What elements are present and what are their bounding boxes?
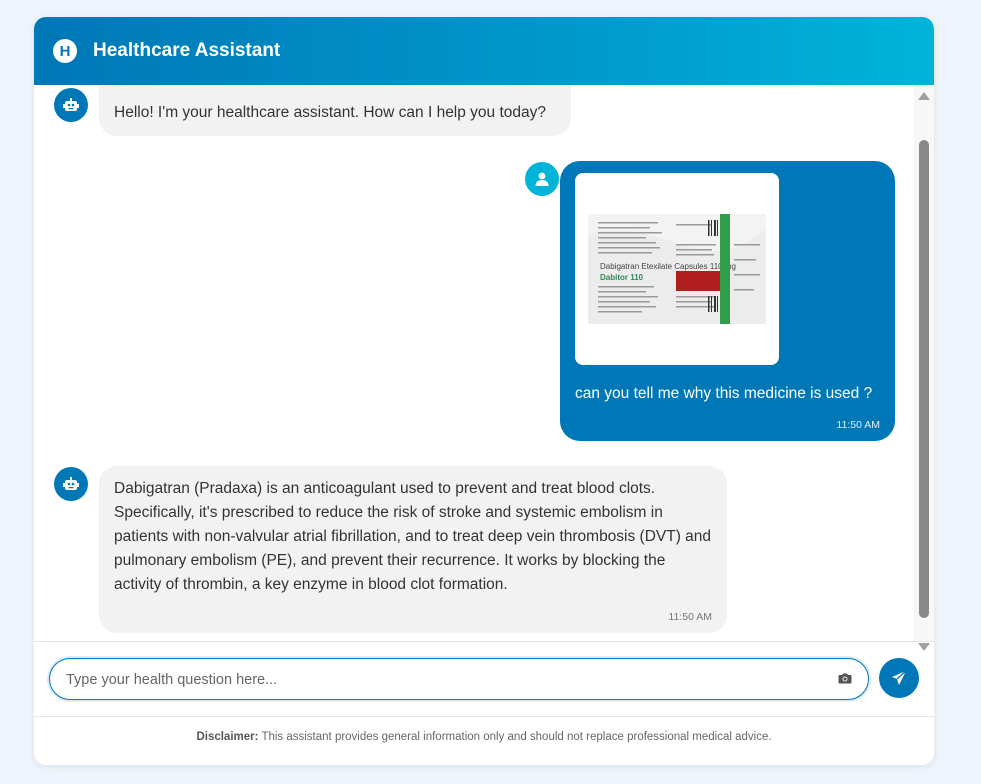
message-text: Hello! I'm your healthcare assistant. Ho… xyxy=(114,104,547,121)
input-area xyxy=(34,641,934,717)
medicine-photo-brand: Dabitor 110 xyxy=(600,273,644,282)
message-input[interactable] xyxy=(64,659,828,701)
chat-header: H Healthcare Assistant xyxy=(34,17,934,85)
message-list: Hello! I'm your healthcare assistant. Ho… xyxy=(34,85,934,641)
app-logo: H xyxy=(53,39,77,63)
message-text: Dabigatran (Pradaxa) is an anticoagulant… xyxy=(114,480,712,593)
medicine-photo: Dabigatran Etexilate Capsules 110 mg Dab… xyxy=(588,214,766,324)
chat-app: H Healthcare Assistant Hello! I'm your h… xyxy=(34,17,934,765)
header-title: Healthcare Assistant xyxy=(93,40,281,61)
disclaimer-label: Disclaimer: xyxy=(196,731,259,743)
bot-avatar-icon xyxy=(54,467,88,501)
medicine-photo-title: Dabigatran Etexilate Capsules 110 mg xyxy=(600,262,736,271)
user-avatar-icon xyxy=(525,162,559,196)
message-timestamp: 11:50 AM xyxy=(836,419,880,431)
attached-image[interactable]: Dabigatran Etexilate Capsules 110 mg Dab… xyxy=(575,173,779,365)
send-icon xyxy=(892,670,907,685)
scroll-thumb[interactable] xyxy=(919,140,929,618)
message-timestamp: 11:50 AM xyxy=(668,611,712,623)
bot-avatar-icon xyxy=(54,88,88,122)
user-message: Dabigatran Etexilate Capsules 110 mg Dab… xyxy=(560,161,895,441)
disclaimer-text: This assistant provides general informat… xyxy=(258,731,772,743)
scroll-up-arrow-icon[interactable] xyxy=(918,92,930,100)
bot-message: Dabigatran (Pradaxa) is an anticoagulant… xyxy=(99,466,727,633)
message-input-wrapper xyxy=(49,658,869,701)
camera-icon[interactable] xyxy=(838,672,852,684)
disclaimer: Disclaimer: This assistant provides gene… xyxy=(34,731,934,743)
send-button[interactable] xyxy=(879,658,919,698)
message-text: can you tell me why this medicine is use… xyxy=(575,385,873,402)
bot-message: Hello! I'm your healthcare assistant. Ho… xyxy=(99,85,571,136)
message-scrollbar[interactable] xyxy=(914,85,934,651)
